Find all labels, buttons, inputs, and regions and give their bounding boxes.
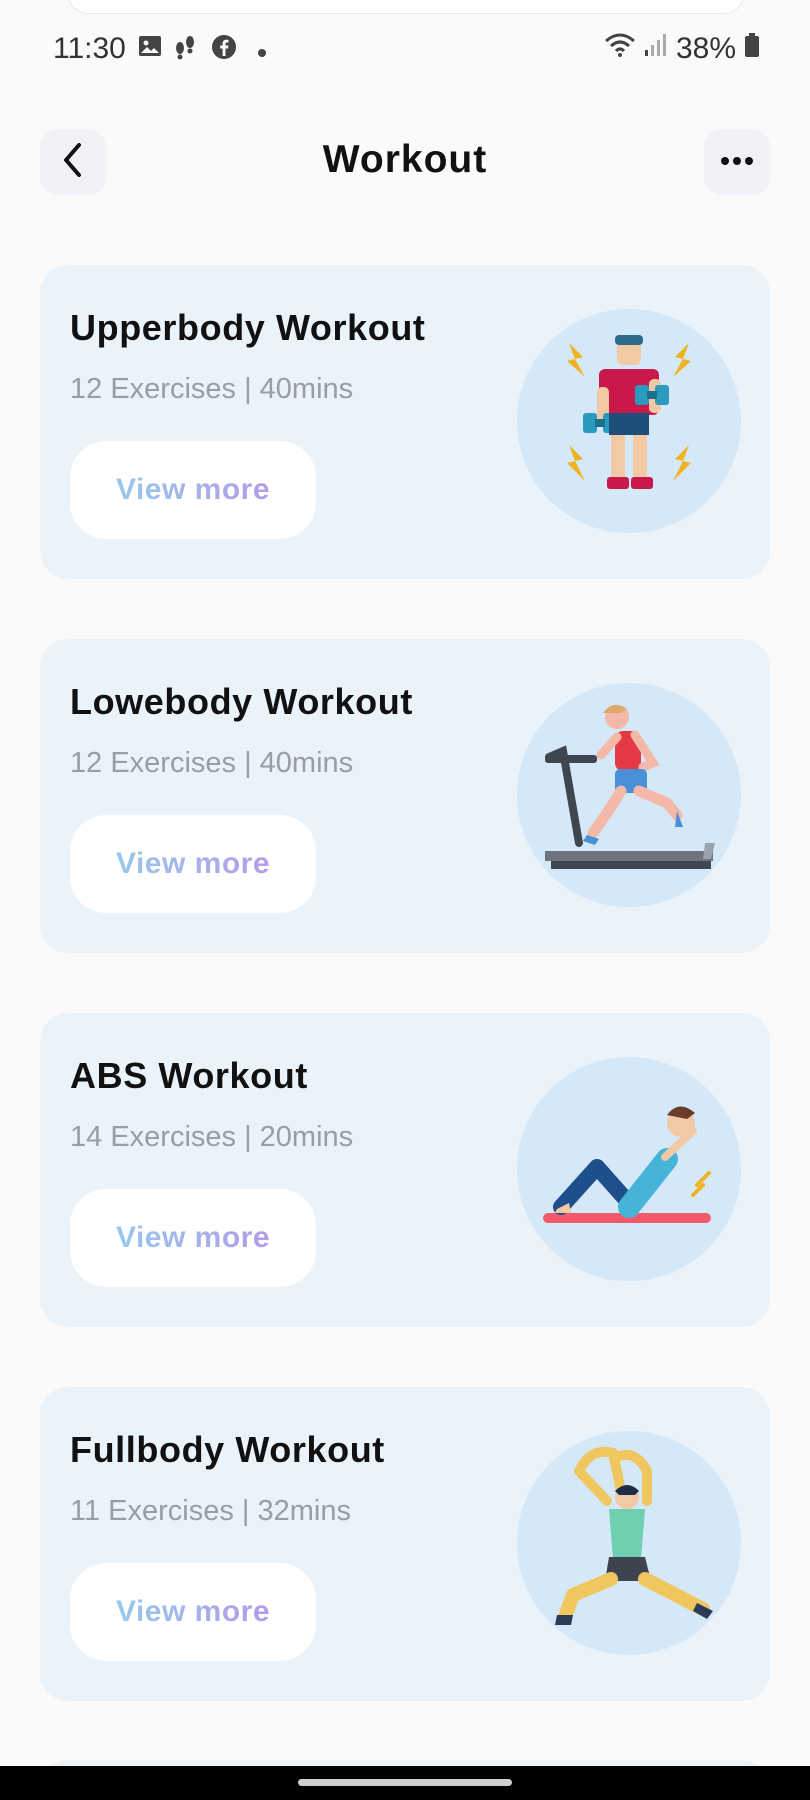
battery-text: 38% <box>675 32 736 65</box>
workout-card-lowerbody[interactable]: Lowebody Workout 12 Exercises | 40mins V… <box>40 639 770 953</box>
workout-meta: 14 Exercises | 20mins <box>70 1121 354 1153</box>
workout-title: Upperbody Workout <box>70 307 426 348</box>
workout-card-abs[interactable]: ABS Workout 14 Exercises | 20mins View m… <box>40 1013 770 1327</box>
status-bar: 11:30 38% <box>0 20 810 76</box>
top-sheet-edge <box>68 0 744 14</box>
more-horizontal-icon <box>720 153 754 171</box>
workout-meta: 11 Exercises | 32mins <box>70 1495 351 1527</box>
wifi-icon <box>604 32 636 66</box>
workout-meta: 12 Exercises | 40mins <box>70 373 354 405</box>
facebook-icon <box>211 34 237 65</box>
dot-icon <box>258 44 266 62</box>
page-title: Workout <box>322 138 488 181</box>
status-right: 38% <box>604 32 760 66</box>
system-nav-bar <box>0 1766 810 1800</box>
steps-icon <box>172 34 198 65</box>
workout-card-fullbody[interactable]: Fullbody Workout 11 Exercises | 32mins V… <box>40 1387 770 1701</box>
view-more-button[interactable]: View more <box>70 815 316 913</box>
workout-title: Lowebody Workout <box>70 681 413 722</box>
stretching-man-icon <box>517 1431 741 1655</box>
dumbbell-man-icon <box>517 309 741 533</box>
treadmill-runner-icon <box>517 683 741 907</box>
view-more-button[interactable]: View more <box>70 1563 316 1661</box>
signal-icon <box>644 32 668 66</box>
workout-title: ABS Workout <box>70 1055 308 1096</box>
situp-woman-icon <box>517 1057 741 1281</box>
gallery-icon <box>138 34 162 63</box>
workout-meta: 12 Exercises | 40mins <box>70 747 354 779</box>
battery-icon <box>744 32 760 66</box>
workout-card-upperbody[interactable]: Upperbody Workout 12 Exercises | 40mins … <box>40 265 770 579</box>
view-more-button[interactable]: View more <box>70 1189 316 1287</box>
workout-title: Fullbody Workout <box>70 1429 385 1470</box>
home-indicator[interactable] <box>298 1779 512 1786</box>
status-time: 11:30 <box>53 32 126 65</box>
view-more-button[interactable]: View more <box>70 441 316 539</box>
more-options-button[interactable] <box>704 129 770 195</box>
